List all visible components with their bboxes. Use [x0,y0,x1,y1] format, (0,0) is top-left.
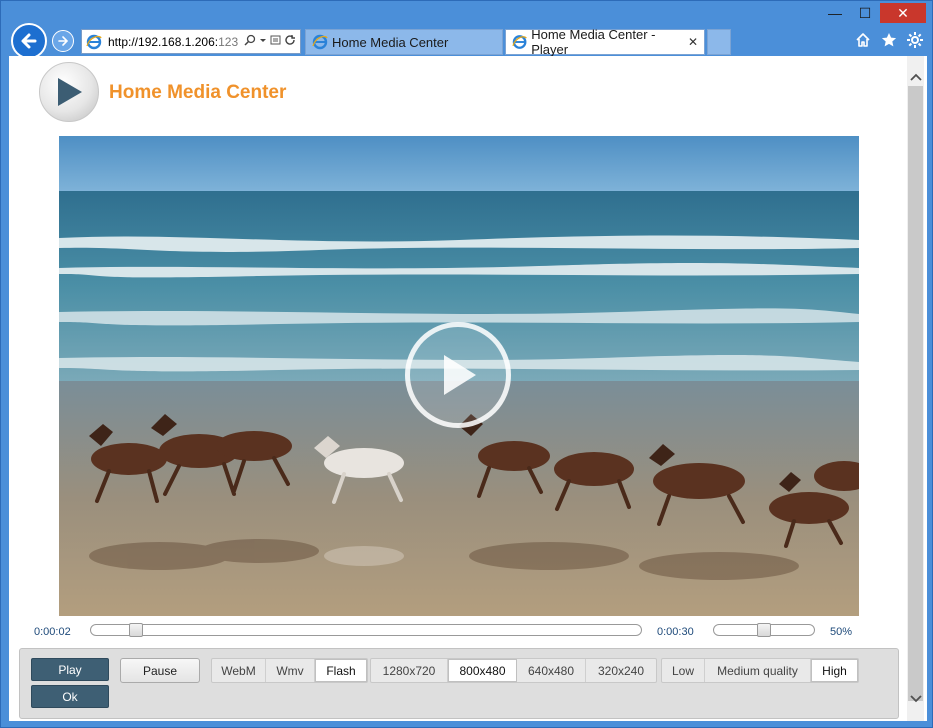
refresh-icon[interactable] [284,34,296,49]
player-controls: Play Ok Pause WebM Wmv Flash 1280x720 80… [19,648,899,719]
tab-label: Home Media Center [332,34,449,50]
seek-slider-thumb[interactable] [129,623,143,637]
scroll-down-icon[interactable] [907,690,924,708]
arrow-left-icon [21,33,37,49]
current-time: 0:00:02 [34,626,71,638]
star-icon[interactable] [880,31,898,49]
gear-icon[interactable] [906,31,924,49]
vertical-scrollbar[interactable] [907,56,924,721]
resolution-option-320x240[interactable]: 320x240 [586,659,656,682]
pause-button[interactable]: Pause [120,658,200,683]
quality-option-high[interactable]: High [811,659,858,682]
arrow-right-icon [58,36,69,46]
volume-slider-thumb[interactable] [757,623,771,637]
quality-selector: Low Medium quality High [661,658,859,683]
compatibility-view-icon[interactable] [270,34,281,49]
back-button[interactable] [11,23,47,59]
home-icon[interactable] [854,31,872,49]
big-play-button[interactable] [405,322,511,428]
format-option-webm[interactable]: WebM [212,659,266,682]
resolution-selector: 1280x720 800x480 640x480 320x240 [370,658,657,683]
format-option-wmv[interactable]: Wmv [266,659,315,682]
play-logo-icon [58,78,82,106]
app-logo [39,62,99,122]
browser-window: — ☐ ✕ http://192.168.1.206:123 Home Medi… [0,0,933,728]
scroll-up-icon[interactable] [907,68,924,86]
close-tab-icon[interactable]: ✕ [688,35,698,49]
quality-option-medium[interactable]: Medium quality [705,659,811,682]
close-window-button[interactable]: ✕ [880,3,926,23]
app-title: Home Media Center [109,82,287,103]
play-icon [444,355,476,395]
search-icon[interactable] [244,34,256,49]
format-option-flash[interactable]: Flash [315,659,367,682]
address-url[interactable]: http://192.168.1.206:123 [108,35,244,49]
volume-percent: 50% [830,626,853,638]
scrollbar-thumb[interactable] [908,86,923,701]
ie-logo-icon [86,34,102,49]
quality-option-low[interactable]: Low [662,659,705,682]
resolution-option-800x480[interactable]: 800x480 [448,659,517,682]
format-selector: WebM Wmv Flash [211,658,368,683]
tab-label: Home Media Center - Player [531,27,656,57]
ie-logo-icon [312,34,328,50]
resolution-option-640x480[interactable]: 640x480 [517,659,586,682]
ie-logo-icon [512,35,527,49]
video-player[interactable] [59,136,859,616]
page-content: Home Media Center 0:00:02 0:00:30 50% Pl… [9,56,927,721]
forward-button[interactable] [52,30,74,52]
seek-slider[interactable] [90,623,642,637]
new-tab-button[interactable] [707,29,731,55]
ok-button[interactable]: Ok [31,685,109,708]
address-bar[interactable]: http://192.168.1.206:123 [81,29,301,54]
tab-player[interactable]: Home Media Center - Player ✕ [505,27,705,57]
volume-slider[interactable] [713,623,815,637]
dropdown-icon[interactable] [259,34,267,49]
caption-buttons: — ☐ ✕ [820,3,926,23]
resolution-option-1280x720[interactable]: 1280x720 [371,659,448,682]
tab-home-media-center[interactable]: Home Media Center [305,29,503,55]
duration-time: 0:00:30 [657,626,694,638]
maximize-button[interactable]: ☐ [850,3,880,23]
minimize-button[interactable]: — [820,3,850,23]
play-button[interactable]: Play [31,658,109,681]
